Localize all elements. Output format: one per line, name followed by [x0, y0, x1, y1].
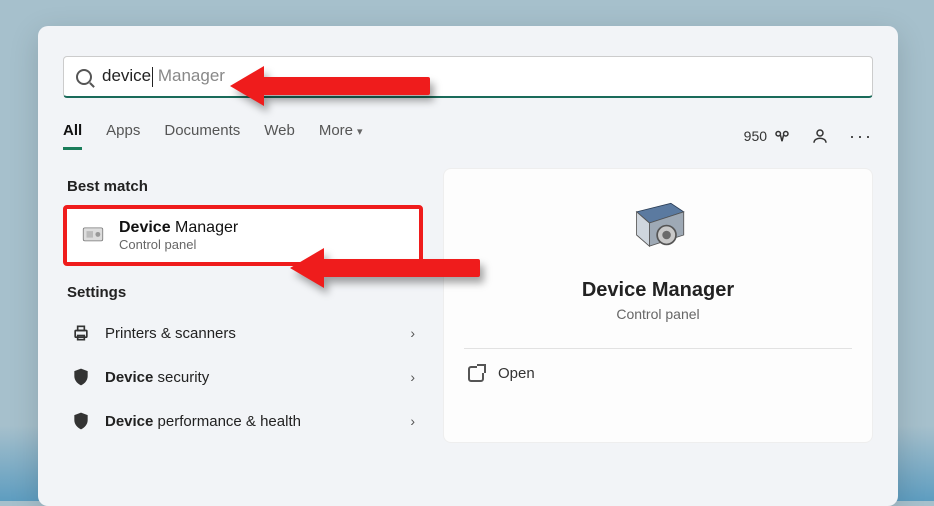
search-suggestion: Manager	[153, 66, 225, 85]
filter-tabs-row: All Apps Documents Web More▾ 950 ···	[63, 122, 873, 150]
settings-item-label: Device security	[105, 369, 209, 386]
settings-item-label: Printers & scanners	[105, 325, 236, 342]
filter-tabs: All Apps Documents Web More▾	[63, 122, 363, 150]
settings-heading: Settings	[67, 284, 423, 301]
chevron-down-icon: ▾	[357, 126, 363, 138]
search-typed-text: device	[102, 66, 151, 85]
settings-item-label: Device performance & health	[105, 413, 301, 430]
best-match-heading: Best match	[67, 178, 423, 195]
settings-list: Printers & scanners › Device security › …	[63, 311, 423, 443]
chevron-right-icon: ›	[410, 413, 415, 429]
printer-icon	[71, 323, 91, 343]
shield-icon	[71, 411, 91, 431]
best-match-result[interactable]: Device Manager Control panel	[63, 205, 423, 266]
open-label: Open	[498, 365, 535, 382]
tab-apps[interactable]: Apps	[106, 122, 140, 150]
detail-title: Device Manager	[582, 279, 734, 302]
divider	[464, 348, 852, 349]
tab-documents[interactable]: Documents	[164, 122, 240, 150]
rewards-points[interactable]: 950	[744, 127, 791, 145]
tab-more[interactable]: More▾	[319, 122, 363, 150]
detail-panel: Device Manager Control panel Open	[443, 168, 873, 443]
open-action[interactable]: Open	[464, 365, 535, 382]
best-match-title: Device Manager	[119, 219, 238, 237]
open-external-icon	[468, 366, 484, 382]
rewards-icon	[773, 127, 791, 145]
chevron-right-icon: ›	[410, 325, 415, 341]
detail-subtitle: Control panel	[616, 306, 699, 322]
results-left-column: Best match Device Manager Control panel …	[63, 168, 423, 443]
device-manager-large-icon	[623, 199, 693, 259]
search-box[interactable]: device Manager	[63, 56, 873, 98]
points-value: 950	[744, 128, 767, 144]
more-options-button[interactable]: ···	[849, 126, 873, 147]
best-match-subtitle: Control panel	[119, 237, 238, 252]
tab-all[interactable]: All	[63, 122, 82, 150]
search-input[interactable]: device Manager	[102, 66, 860, 87]
settings-item-device-security[interactable]: Device security ›	[63, 355, 423, 399]
settings-item-printers[interactable]: Printers & scanners ›	[63, 311, 423, 355]
toolbar-right: 950 ···	[744, 126, 873, 147]
account-icon[interactable]	[811, 127, 829, 145]
chevron-right-icon: ›	[410, 369, 415, 385]
search-icon	[76, 69, 92, 85]
settings-item-device-performance[interactable]: Device performance & health ›	[63, 399, 423, 443]
device-manager-icon	[79, 222, 107, 250]
tab-web[interactable]: Web	[264, 122, 295, 150]
best-match-text: Device Manager Control panel	[119, 219, 238, 252]
shield-icon	[71, 367, 91, 387]
results-content: Best match Device Manager Control panel …	[63, 168, 873, 443]
search-panel: device Manager All Apps Documents Web Mo…	[38, 26, 898, 506]
